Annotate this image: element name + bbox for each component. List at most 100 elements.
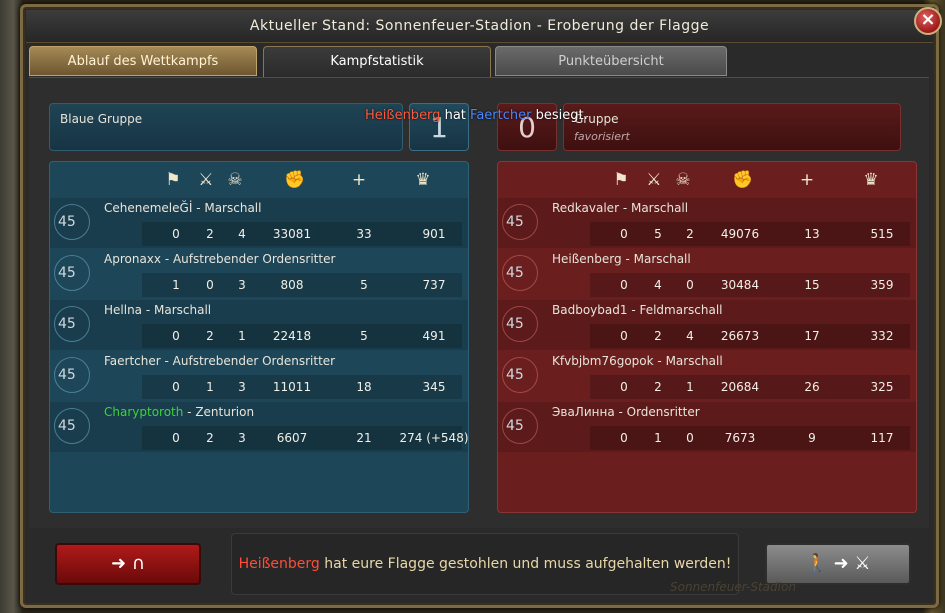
player-level: 45	[506, 265, 524, 281]
player-row[interactable]: 45 Faertcher - Aufstrebender Ordensritter…	[50, 351, 468, 401]
player-row[interactable]: 45 CehenemeleĞİ - Marschall 0 2 4 33081 33 901	[50, 198, 468, 248]
player-name: CehenemeleĞİ	[104, 201, 193, 215]
fist-icon: ✊	[284, 170, 306, 190]
tab-punkteuebersicht[interactable]: Punkteübersicht	[495, 46, 727, 76]
player-name-line: CehenemeleĞİ - Marschall	[104, 201, 261, 215]
player-name-line: Kfvbjbm76gopok - Marschall	[552, 354, 723, 368]
rank-emblem-icon: 45	[52, 355, 92, 397]
rank-emblem-icon: 45	[500, 406, 540, 448]
kill-killer: Heißenberg	[365, 108, 441, 123]
plus-icon: +	[351, 170, 367, 190]
battle-stats-window: Aktueller Stand: Sonnenfeuer-Stadion - E…	[20, 4, 942, 608]
tab-kampfstatistik[interactable]: Kampfstatistik	[263, 46, 491, 78]
name-separator: -	[161, 252, 173, 266]
player-row[interactable]: 45 Apronaxx - Aufstrebender Ordensritter 1…	[50, 249, 468, 299]
flag-icon: ⚑	[165, 170, 181, 190]
name-separator: -	[619, 201, 631, 215]
join-fight-button[interactable]: 🚶 ➜ ⚔	[765, 543, 911, 585]
rank-emblem-icon: 45	[500, 202, 540, 244]
stat-cell: 3	[238, 431, 246, 445]
stat-cell: 26	[804, 380, 820, 394]
player-level: 45	[58, 265, 76, 281]
rank-emblem-icon: 45	[52, 406, 92, 448]
stat-cell: 26673	[720, 329, 760, 343]
name-separator: -	[614, 405, 627, 419]
stat-cell: 3	[238, 278, 246, 292]
player-rank: Marschall	[633, 252, 691, 266]
player-row[interactable]: 45 ЭваЛинна - Ordensritter 0 1 0 7673 9 117	[498, 402, 916, 452]
stat-cell: 7673	[724, 431, 756, 445]
player-rank: Aufstrebender Ordensritter	[172, 252, 336, 266]
stat-cell: 15	[804, 278, 820, 292]
flag-status-text: hat eure Flagge gestohlen und muss aufge…	[324, 556, 732, 572]
player-row[interactable]: 45 Charyptoroth - Zenturion 0 2 3 6607 21 274 (…	[50, 402, 469, 452]
watermark: Sonnenfeuer-Stadion	[670, 580, 796, 594]
player-level: 45	[58, 214, 76, 230]
player-row[interactable]: 45 Heißenberg - Marschall 0 4 0 30484 15 359	[498, 249, 916, 299]
crossed-swords-icon: ⚔	[198, 170, 214, 190]
player-name-line: Heißenberg - Marschall	[552, 252, 691, 266]
rank-emblem-icon: 45	[52, 304, 92, 346]
walk-to-fight-icon: 🚶 ➜ ⚔	[805, 553, 871, 574]
player-rank: Marschall	[630, 201, 689, 215]
stat-cell: 11011	[272, 380, 312, 394]
stats-header-row: ⚑ ⚔ ☠ ✊ + ♛	[50, 162, 468, 198]
window-title: Aktueller Stand: Sonnenfeuer-Stadion - E…	[26, 10, 933, 43]
stat-cell: 17	[804, 329, 820, 343]
stat-cell: 4	[238, 227, 246, 241]
player-rank: Feldmarschall	[639, 303, 723, 317]
player-level: 45	[58, 316, 76, 332]
player-name: Badboybad1	[552, 303, 628, 317]
name-separator: -	[183, 405, 196, 419]
rank-emblem-icon: 45	[52, 253, 92, 295]
plus-icon: +	[799, 170, 815, 190]
stats-content: Blaue Gruppe 1 0 Gruppe favorisiert Heiß…	[29, 77, 929, 528]
red-team-header: Gruppe favorisiert	[563, 103, 901, 151]
player-rank: Aufstrebender Ordensritter	[172, 354, 336, 368]
player-row[interactable]: 45 Badboybad1 - Feldmarschall 0 2 4 26673 17 33…	[498, 300, 916, 350]
player-row[interactable]: 45 Redkavaler - Marschall 0 5 2 49076 13 515	[498, 198, 916, 248]
stat-cell: 808	[280, 278, 304, 292]
flag-icon: ⚑	[613, 170, 629, 190]
blue-team-header: Blaue Gruppe	[49, 103, 403, 151]
stat-cell: 9	[808, 431, 816, 445]
crossed-swords-icon: ⚔	[646, 170, 662, 190]
name-separator: -	[627, 303, 640, 317]
player-name: Charyptoroth	[104, 405, 184, 419]
player-row[interactable]: 45 Hellna - Marschall 0 2 1 22418 5 491	[50, 300, 468, 350]
stat-cell: 901	[422, 227, 446, 241]
player-name-line: Charyptoroth - Zenturion	[104, 405, 254, 419]
player-rank: Zenturion	[195, 405, 255, 419]
name-separator: -	[192, 201, 205, 215]
player-name-line: Badboybad1 - Feldmarschall	[552, 303, 723, 317]
stat-cell: 117	[870, 431, 894, 445]
leave-arena-button[interactable]: ➜ ∩	[55, 543, 201, 585]
rank-emblem-icon: 45	[500, 253, 540, 295]
stat-cell: 325	[870, 380, 894, 394]
background-left	[0, 0, 22, 613]
player-level: 45	[506, 367, 524, 383]
player-name-line: Hellna - Marschall	[104, 303, 211, 317]
skull-icon: ☠	[227, 170, 243, 190]
player-name: Kfvbjbm76gopok	[552, 354, 654, 368]
red-team-favored: favorisiert	[574, 130, 630, 143]
name-separator: -	[160, 354, 173, 368]
stat-cell: 3	[238, 380, 246, 394]
close-icon[interactable]: ×	[914, 7, 942, 35]
tab-ablauf[interactable]: Ablauf des Wettkampfs	[29, 46, 257, 76]
player-rank: Marschall	[154, 303, 212, 317]
stat-cell: 332	[870, 329, 894, 343]
player-row[interactable]: 45 Kfvbjbm76gopok - Marschall 0 2 1 20684 26 32…	[498, 351, 916, 401]
stat-cell: 33	[356, 227, 372, 241]
player-name: Hellna	[104, 303, 143, 317]
player-level: 45	[506, 214, 524, 230]
kill-victim: Faertcher	[470, 108, 532, 123]
stat-cell: 1	[686, 380, 694, 394]
player-level: 45	[506, 418, 524, 434]
player-rank: Ordensritter	[626, 405, 700, 419]
kill-verb: hat	[444, 108, 466, 123]
crown-icon: ♛	[863, 170, 879, 190]
kill-notification: Heißenberg hat Faertcher besiegt.	[365, 108, 588, 123]
stat-cell: 491	[422, 329, 446, 343]
player-level: 45	[58, 418, 76, 434]
